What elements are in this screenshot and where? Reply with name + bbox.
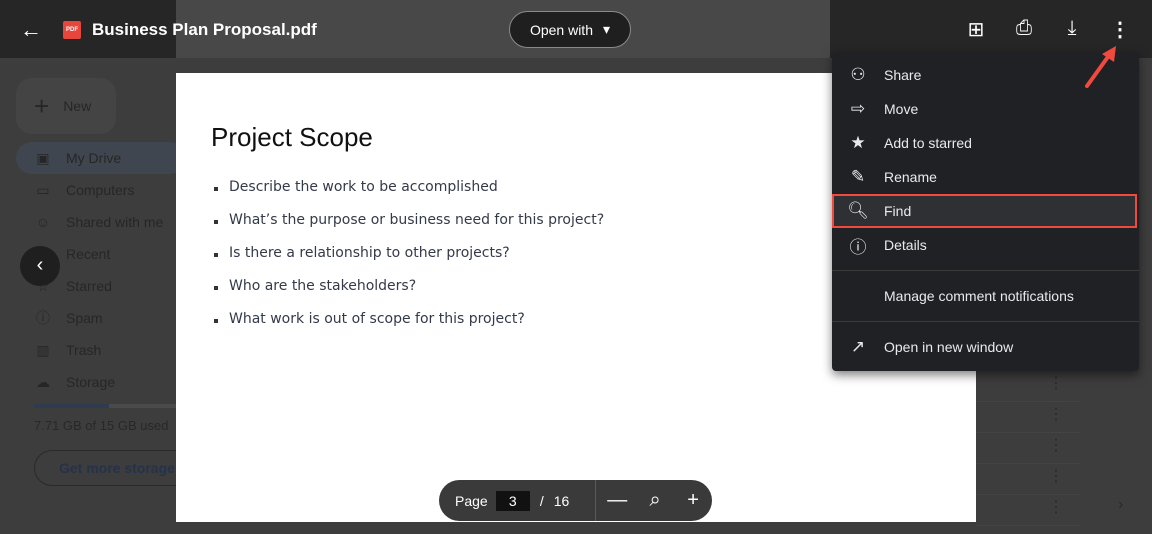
caret-down-icon: ▾ xyxy=(603,21,611,37)
list-item: What work is out of scope for this proje… xyxy=(214,311,604,344)
nav-label: Shared with me xyxy=(66,214,164,230)
nav-label: Computers xyxy=(66,182,135,198)
nav-label: Trash xyxy=(66,342,102,358)
zoom-in-icon[interactable]: + xyxy=(674,489,712,512)
my-drive-icon: ▣ xyxy=(36,149,50,166)
pdf-icon: PDF xyxy=(63,21,81,39)
new-button[interactable]: + New xyxy=(16,78,116,134)
viewer-topbar: ← PDF Business Plan Proposal.pdf Open wi… xyxy=(0,0,1152,58)
file-rows: ⋮ ⋮ ⋮ ⋮ ⋮ xyxy=(976,371,1080,526)
back-arrow-icon[interactable]: ← xyxy=(20,17,42,43)
list-item: Describe the work to be accomplished xyxy=(214,179,604,212)
menu-label: Move xyxy=(884,101,919,117)
menu-item-rename[interactable]: ✎ Rename xyxy=(832,160,1139,194)
nav-shared[interactable]: ☺ Shared with me xyxy=(16,206,186,238)
nav-label: Recent xyxy=(66,246,111,262)
nav-label: Storage xyxy=(66,374,116,390)
menu-label: Share xyxy=(884,67,922,83)
menu-item-details[interactable]: ⓘ Details xyxy=(832,228,1139,262)
more-vert-icon[interactable]: ⋮ xyxy=(1108,17,1132,42)
previous-file-button[interactable]: ‹ xyxy=(20,246,60,286)
nav-trash[interactable]: ▥ Trash xyxy=(16,334,186,366)
trash-icon: ▥ xyxy=(36,341,50,358)
row-more-icon[interactable]: ⋮ xyxy=(976,495,1080,526)
info-icon: ⓘ xyxy=(849,237,867,257)
open-with-label: Open with xyxy=(529,21,593,38)
storage-bar xyxy=(34,404,180,408)
zoom-out-icon[interactable]: — xyxy=(598,489,636,512)
menu-label: Details xyxy=(884,237,927,253)
more-actions-menu: ⚇ Share ⇨ Move ★ Add to starred ✎ Rename 🔍︎ F… xyxy=(832,52,1139,371)
shared-icon: ☺ xyxy=(35,214,51,230)
add-comment-icon[interactable]: ⊞ xyxy=(964,17,988,42)
storage-used: 7.71 GB of 15 GB used xyxy=(34,418,169,433)
menu-item-add-to-starred[interactable]: ★ Add to starred xyxy=(832,126,1139,160)
nav-spam[interactable]: ⓘ Spam xyxy=(16,302,186,334)
nav-storage[interactable]: ☁ Storage xyxy=(16,366,186,398)
page-total: 16 xyxy=(553,492,570,509)
person-add-icon: ⚇ xyxy=(850,65,866,84)
row-more-icon[interactable]: ⋮ xyxy=(976,464,1080,495)
nav-my-drive[interactable]: ▣ My Drive xyxy=(16,142,186,174)
bullet-list: Describe the work to be accomplished Wha… xyxy=(214,179,604,344)
menu-divider xyxy=(832,270,1139,271)
menu-label: Rename xyxy=(884,169,937,185)
nav-label: Starred xyxy=(66,278,112,294)
download-icon[interactable]: ⤓ xyxy=(1060,17,1084,40)
menu-item-find[interactable]: 🔍︎ Find xyxy=(832,194,1137,228)
menu-item-open-new-window[interactable]: ↗ Open in new window xyxy=(832,330,1139,364)
new-label: New xyxy=(63,98,92,114)
menu-label: Open in new window xyxy=(884,339,1014,355)
menu-label: Find xyxy=(884,203,912,219)
row-more-icon[interactable]: ⋮ xyxy=(976,402,1080,433)
row-more-icon[interactable]: ⋮ xyxy=(976,433,1080,464)
page-number-input[interactable]: 3 xyxy=(495,490,530,511)
chevron-right-icon[interactable]: › xyxy=(1118,496,1123,514)
nav-computers[interactable]: ▭ Computers xyxy=(16,174,186,206)
find-in-page-icon: 🔍︎ xyxy=(847,201,869,220)
open-in-new-icon: ↗ xyxy=(850,337,866,356)
list-item: Who are the stakeholders? xyxy=(214,278,604,311)
menu-item-manage-notifications[interactable]: Manage comment notifications xyxy=(832,279,1139,313)
annotation-arrow-icon xyxy=(1085,46,1116,88)
storage-fill xyxy=(34,404,110,408)
pencil-icon: ✎ xyxy=(850,167,866,186)
get-more-storage-button[interactable]: Get more storage xyxy=(34,450,194,486)
nav-label: My Drive xyxy=(66,150,122,166)
open-with-button[interactable]: Open with ▾ xyxy=(509,11,631,48)
page-heading: Project Scope xyxy=(211,122,373,152)
menu-item-move[interactable]: ⇨ Move xyxy=(832,92,1139,126)
page-label: Page xyxy=(455,492,488,509)
menu-label: Add to starred xyxy=(884,135,972,151)
spam-icon: ⓘ xyxy=(36,310,50,326)
star-icon: ★ xyxy=(850,133,866,152)
menu-divider xyxy=(832,321,1139,322)
list-item: Is there a relationship to other project… xyxy=(214,245,604,278)
file-title: Business Plan Proposal.pdf xyxy=(92,20,317,39)
row-more-icon[interactable]: ⋮ xyxy=(976,371,1080,402)
cloud-icon: ☁ xyxy=(36,373,50,390)
plus-icon: + xyxy=(34,90,50,121)
nav-label: Spam xyxy=(66,310,103,326)
page-separator: / xyxy=(539,492,544,509)
page-controls: Page 3 / 16 — ⌕ + xyxy=(439,480,712,521)
menu-label: Manage comment notifications xyxy=(884,288,1074,304)
print-icon[interactable]: ⎙ xyxy=(1012,17,1036,40)
list-item: What’s the purpose or business need for … xyxy=(214,212,604,245)
computers-icon: ▭ xyxy=(36,181,50,198)
move-folder-icon: ⇨ xyxy=(850,99,866,118)
zoom-fit-icon[interactable]: ⌕ xyxy=(636,489,674,512)
divider xyxy=(595,480,597,521)
